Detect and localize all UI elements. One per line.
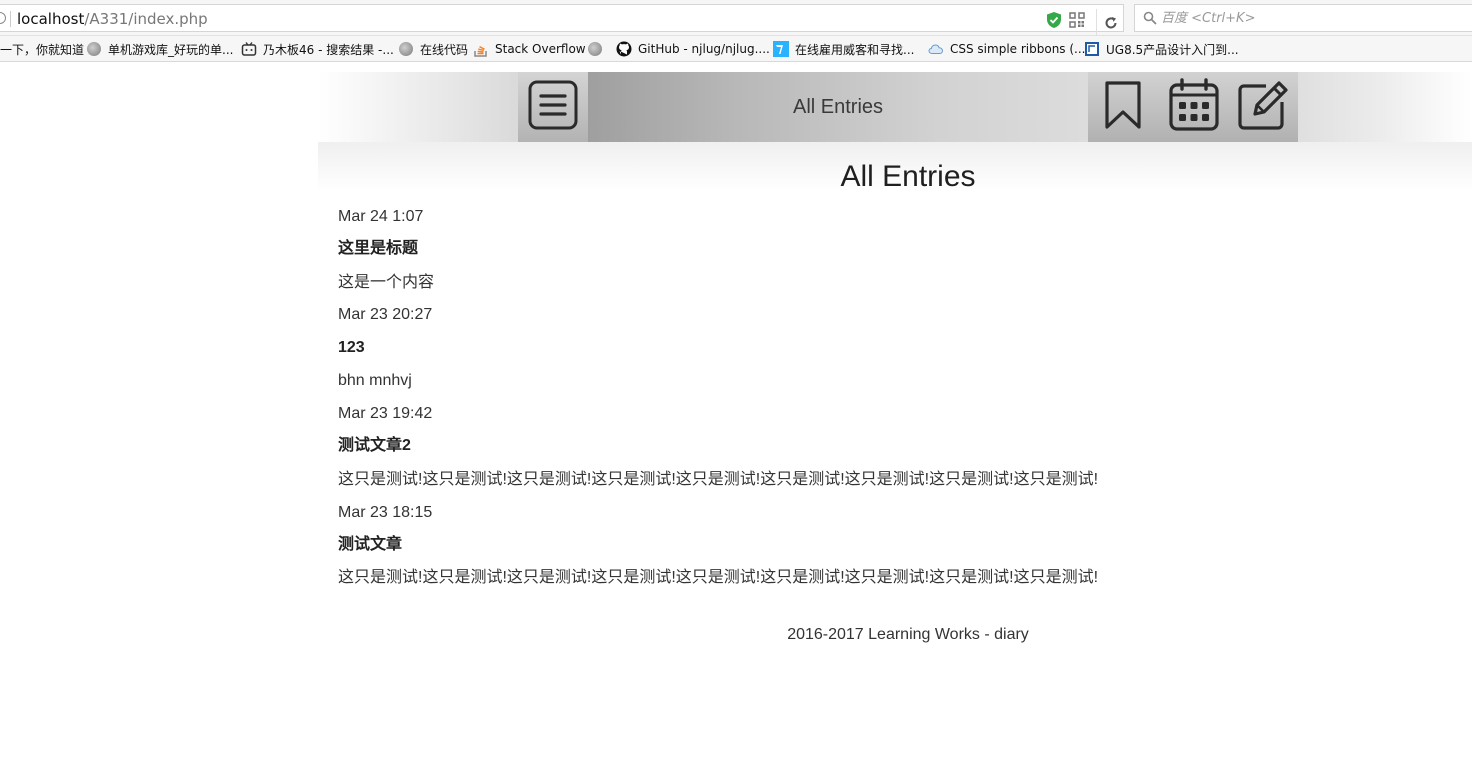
hamburger-menu-icon xyxy=(527,79,579,136)
entry-date: Mar 23 19:42 xyxy=(338,405,433,422)
entry-title[interactable]: 测试文章2 xyxy=(338,436,411,456)
header-nav-icons xyxy=(1088,72,1298,142)
bilibili-icon xyxy=(241,41,257,57)
entry-content: 这是一个内容 xyxy=(338,274,435,291)
entry-content: bhn mnhvj xyxy=(338,372,412,389)
entry-title[interactable]: 这里是标题 xyxy=(338,239,418,259)
entry-title[interactable]: 测试文章 xyxy=(338,535,402,555)
github-icon xyxy=(616,41,632,57)
entry-date: Mar 23 20:27 xyxy=(338,306,433,323)
globe-icon xyxy=(587,41,603,57)
bookmark-label: 单机游戏库_好玩的单... xyxy=(108,42,234,57)
entry-date: Mar 24 1:07 xyxy=(338,208,424,225)
browser-toolbar: localhost/A331/index.php xyxy=(0,0,1472,37)
entry-date: Mar 23 18:15 xyxy=(338,504,433,521)
bookmarks-toolbar: 一下，你就知道 单机游戏库_好玩的单... 乃木板46 - 搜索结果 -... … xyxy=(0,36,1472,62)
bookmark-label: UG8.5产品设计入门到... xyxy=(1106,42,1239,57)
header-title: All Entries xyxy=(792,95,884,118)
bookmark-item[interactable]: Stack Overflow xyxy=(473,40,586,58)
bookmark-label: CSS simple ribbons (... xyxy=(950,42,1086,56)
globe-icon xyxy=(86,41,102,57)
address-divider xyxy=(10,11,11,27)
url-text[interactable]: localhost/A331/index.php xyxy=(17,10,208,28)
bookmark-item[interactable]: CSS simple ribbons (... xyxy=(928,40,1086,58)
book-icon xyxy=(1084,41,1100,57)
bookmark-label: 在线雇用威客和寻找... xyxy=(795,42,915,57)
search-icon xyxy=(1143,11,1157,30)
entry-content: 这只是测试!这只是测试!这只是测试!这只是测试!这只是测试!这只是测试!这只是测… xyxy=(338,471,1099,488)
page-title: All Entries xyxy=(840,160,976,193)
calendar-icon xyxy=(1168,77,1220,137)
bookmark-item[interactable] xyxy=(587,40,609,58)
bookmark-item[interactable]: 乃木板46 - 搜索结果 -... xyxy=(241,40,394,58)
url-host: localhost xyxy=(17,10,85,28)
stackoverflow-icon xyxy=(473,41,489,57)
edit-button[interactable] xyxy=(1236,80,1290,134)
bookmark-item[interactable]: 一下，你就知道 xyxy=(0,40,84,58)
bookmark-item[interactable]: 在线雇用威客和寻找... xyxy=(773,40,914,58)
bookmark-label: 乃木板46 - 搜索结果 -... xyxy=(263,42,394,57)
address-bar[interactable]: localhost/A331/index.php xyxy=(0,4,1124,37)
search-bar[interactable] xyxy=(1134,4,1472,32)
menu-button[interactable] xyxy=(518,72,588,142)
search-input[interactable] xyxy=(1161,7,1461,29)
bookmark-item[interactable]: UG8.5产品设计入门到... xyxy=(1084,40,1239,58)
cloud-icon xyxy=(928,41,944,57)
bookmark-item[interactable]: GitHub - njlug/njlug.... xyxy=(616,40,770,58)
calendar-button[interactable] xyxy=(1168,77,1220,137)
freelancer-icon xyxy=(773,41,789,57)
url-path: /A331/index.php xyxy=(84,10,208,28)
entry-title[interactable]: 123 xyxy=(338,338,365,358)
footer-text: 2016-2017 Learning Works - diary xyxy=(787,626,1029,643)
site-info-icon[interactable] xyxy=(0,12,6,24)
reload-button[interactable] xyxy=(1096,9,1124,37)
globe-icon xyxy=(398,41,414,57)
bookmark-icon xyxy=(1103,79,1143,136)
bookmark-item[interactable]: 在线代码 xyxy=(398,40,468,58)
bookmark-button[interactable] xyxy=(1102,80,1144,134)
bookmark-label: 一下，你就知道 xyxy=(0,42,85,57)
header-title-bar: All Entries xyxy=(588,72,1088,142)
shield-icon[interactable] xyxy=(1046,11,1062,34)
qr-code-icon[interactable] xyxy=(1069,12,1085,33)
bookmark-label: Stack Overflow xyxy=(495,42,586,56)
bookmark-label: 在线代码 xyxy=(420,42,469,57)
bookmark-label: GitHub - njlug/njlug.... xyxy=(638,42,770,56)
bookmark-item[interactable]: 单机游戏库_好玩的单... xyxy=(86,40,233,58)
reload-icon xyxy=(1105,17,1116,29)
entry-content: 这只是测试!这只是测试!这只是测试!这只是测试!这只是测试!这只是测试!这只是测… xyxy=(338,569,1099,586)
edit-icon xyxy=(1236,78,1290,137)
